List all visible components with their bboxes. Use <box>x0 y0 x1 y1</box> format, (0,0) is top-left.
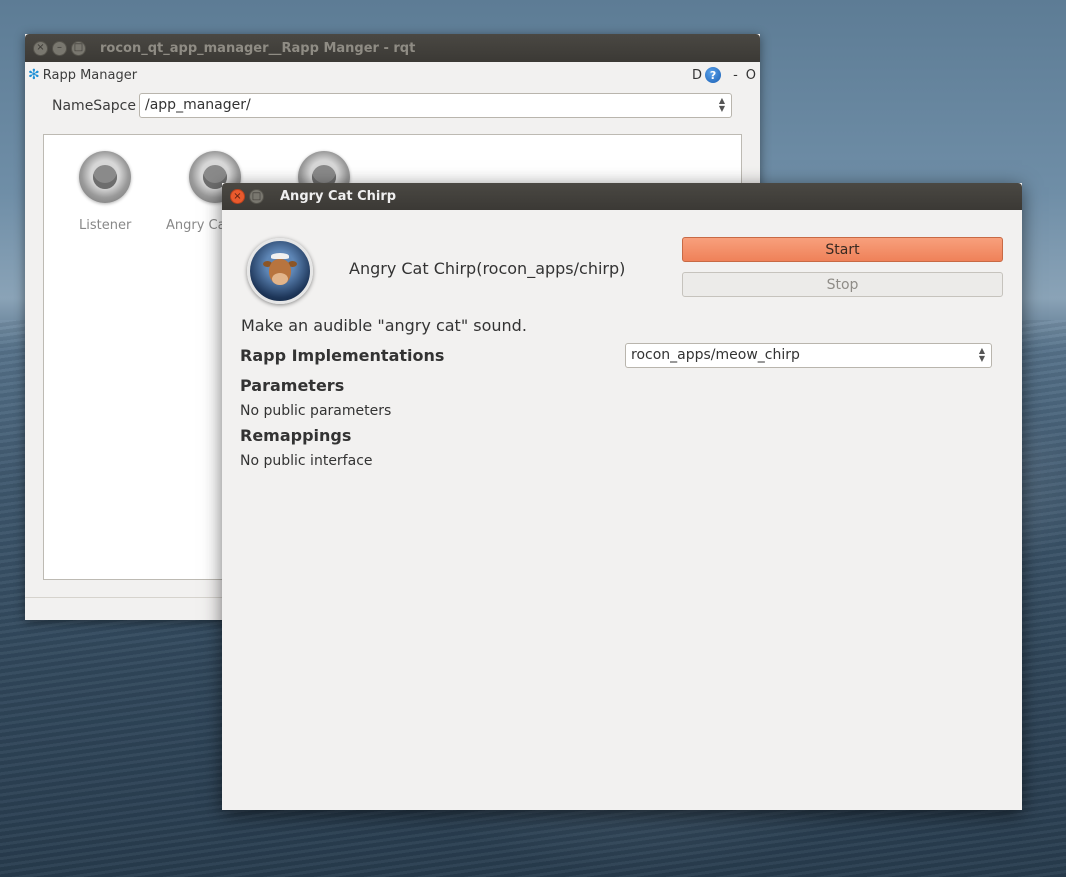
main-titlebar[interactable]: × – □ rocon_qt_app_manager__Rapp Manger … <box>25 34 760 62</box>
parameters-text: No public parameters <box>240 403 392 419</box>
combo-arrows-icon: ▲ ▼ <box>978 346 985 363</box>
listener-app-icon[interactable] <box>79 151 131 203</box>
dock-controls: D ? - O <box>692 67 756 83</box>
rocon-logo-icon: ✻ <box>28 67 40 83</box>
cow-rapp-icon <box>247 238 313 304</box>
parameters-heading: Parameters <box>240 376 345 395</box>
maximize-icon[interactable]: □ <box>249 189 264 204</box>
maximize-icon[interactable]: □ <box>71 40 86 56</box>
dock-header: ✻ Rapp Manager D ? - O <box>25 62 760 88</box>
start-button[interactable]: Start <box>682 237 1003 262</box>
app-label-listener: Listener <box>79 218 132 233</box>
rapp-name: Angry Cat Chirp(rocon_apps/chirp) <box>349 259 626 278</box>
help-icon[interactable]: ? <box>705 67 722 83</box>
namespace-value: /app_manager/ <box>145 97 251 113</box>
implementation-value: rocon_apps/meow_chirp <box>631 347 800 363</box>
dialog-titlebar[interactable]: × □ Angry Cat Chirp <box>222 183 1022 210</box>
combo-arrows-icon: ▲ ▼ <box>718 96 725 113</box>
implementations-heading: Rapp Implementations <box>240 346 445 365</box>
main-window-title: rocon_qt_app_manager__Rapp Manger - rqt <box>100 40 416 56</box>
stop-button[interactable]: Stop <box>682 272 1003 297</box>
app-label-angry-cat: Angry Ca <box>166 218 226 233</box>
dock-close-button[interactable]: O <box>746 68 756 83</box>
dock-title: Rapp Manager <box>42 67 138 83</box>
minimize-icon[interactable]: – <box>52 40 67 56</box>
namespace-row: NameSapce /app_manager/ ▲ ▼ <box>52 93 732 118</box>
remappings-text: No public interface <box>240 453 373 469</box>
dialog-title: Angry Cat Chirp <box>280 189 397 204</box>
rapp-dialog: × □ Angry Cat Chirp Angry Cat Chirp(roco… <box>222 183 1022 810</box>
remappings-heading: Remappings <box>240 426 352 445</box>
close-icon[interactable]: × <box>33 40 48 56</box>
namespace-combobox[interactable]: /app_manager/ ▲ ▼ <box>139 93 732 118</box>
implementation-combobox[interactable]: rocon_apps/meow_chirp ▲ ▼ <box>625 343 992 368</box>
close-icon[interactable]: × <box>230 189 245 204</box>
dock-d-button[interactable]: D <box>692 68 702 83</box>
rapp-description: Make an audible "angry cat" sound. <box>241 316 527 335</box>
dock-minimize-button[interactable]: - <box>733 68 738 83</box>
namespace-label: NameSapce <box>52 97 136 114</box>
